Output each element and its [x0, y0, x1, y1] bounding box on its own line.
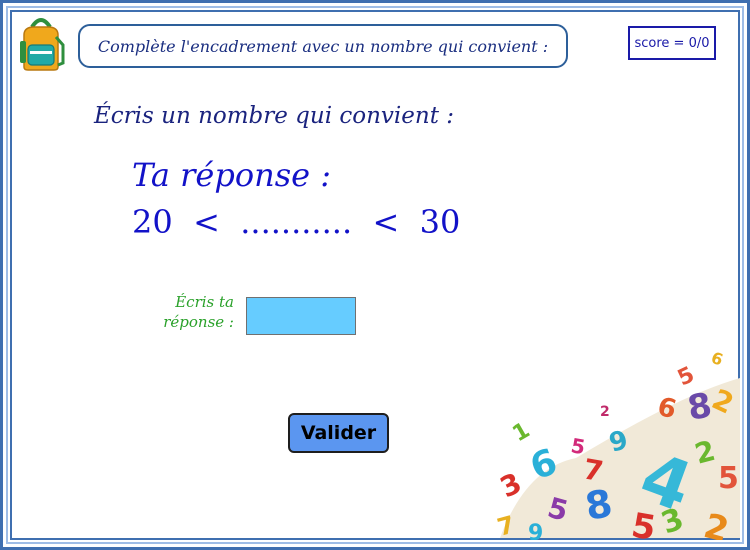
answer-title: Ta réponse : [132, 156, 332, 194]
valider-button[interactable]: Valider [288, 413, 389, 453]
answer-input-label-line2: réponse : [163, 313, 234, 331]
answer-input-label-line1: Écris ta [175, 293, 234, 311]
score-display: score = 0/0 [628, 26, 716, 60]
inequality-expression: 20 < ........... < 30 [132, 203, 461, 241]
question-subtitle: Écris un nombre qui convient : [94, 103, 455, 129]
svg-text:6: 6 [525, 441, 563, 488]
instruction-banner: Complète l'encadrement avec un nombre qu… [78, 24, 568, 68]
svg-text:9: 9 [528, 521, 543, 540]
svg-text:6: 6 [709, 348, 726, 370]
answer-input[interactable] [246, 297, 356, 335]
backpack-icon [20, 18, 65, 71]
instruction-text: Complète l'encadrement avec un nombre qu… [97, 36, 549, 56]
score-text: score = 0/0 [634, 35, 710, 51]
numbers-pile-icon: 6 5 2 6 8 2 1 5 9 6 4 7 2 5 3 5 8 5 3 2 … [496, 348, 740, 540]
svg-text:2: 2 [600, 404, 610, 420]
svg-text:5: 5 [718, 461, 739, 496]
answer-input-label: Écris ta réponse : [150, 292, 234, 332]
svg-text:1: 1 [509, 418, 535, 447]
